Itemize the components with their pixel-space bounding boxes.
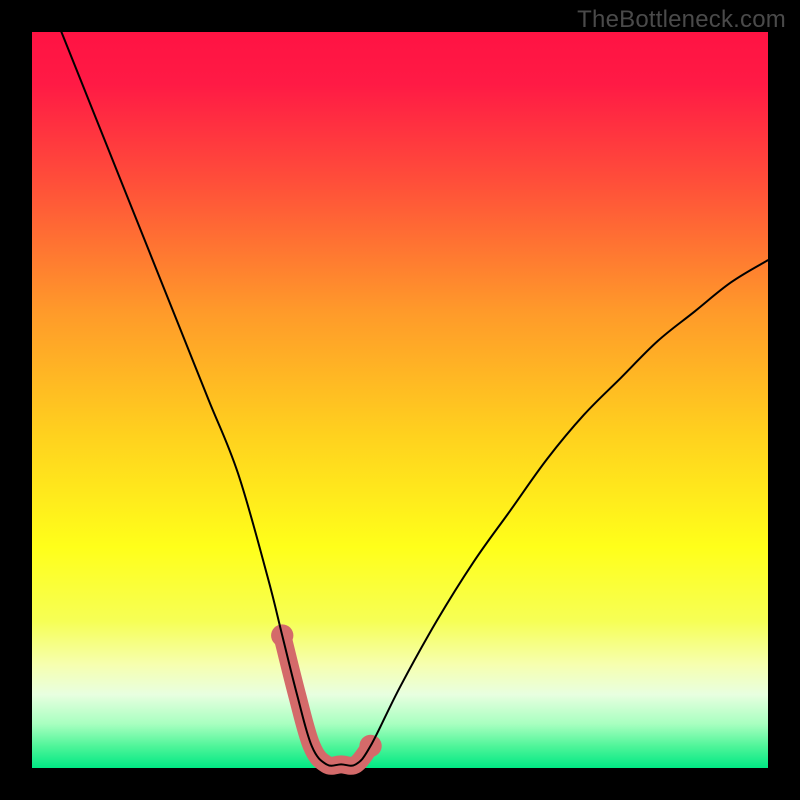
chart-frame: TheBottleneck.com (0, 0, 800, 800)
plot-background (32, 32, 768, 768)
watermark-text: TheBottleneck.com (577, 6, 786, 34)
bottleneck-chart (0, 0, 800, 800)
